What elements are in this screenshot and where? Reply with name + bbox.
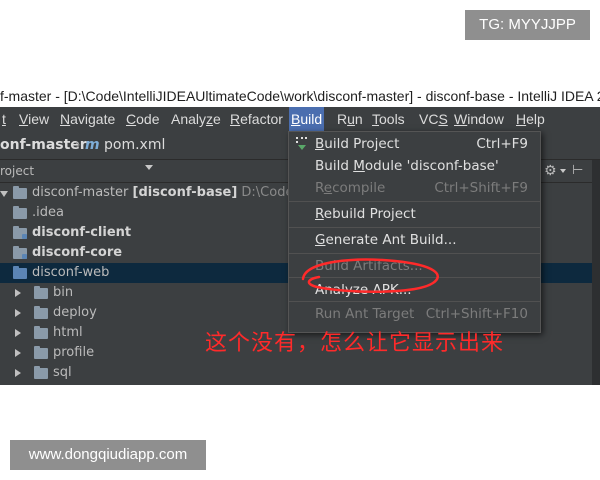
folder-icon xyxy=(13,206,27,219)
tree-root-module: [disconf-base] xyxy=(132,185,238,200)
red-annotation-text: 这个没有，怎么让它显示出来 xyxy=(205,331,505,356)
tree-item-label: sql xyxy=(53,365,72,380)
menu-item-label: Recompile xyxy=(315,180,386,196)
menu-code[interactable]: Code xyxy=(124,107,161,131)
tree-item-label: bin xyxy=(53,285,74,300)
menu-navigate[interactable]: Navigate xyxy=(58,107,117,131)
editor-gutter xyxy=(592,160,600,385)
folder-icon xyxy=(34,286,48,299)
folder-icon xyxy=(13,186,27,199)
menu-item-label: Build Module 'disconf-base' xyxy=(315,158,499,174)
ide-screenshot: f-master - [D:\Code\IntelliJIDEAUltimate… xyxy=(0,85,600,385)
menu-item-run-ant-target[interactable]: Run Ant Target Ctrl+Shift+F10 xyxy=(289,302,540,326)
tree-root-name: disconf-master xyxy=(32,185,129,200)
chevron-down-icon[interactable] xyxy=(145,165,153,170)
breadcrumb-project[interactable]: onf-master xyxy=(0,131,87,159)
menu-vcs[interactable]: VCS xyxy=(417,107,450,131)
menu-edit[interactable]: t xyxy=(0,107,8,131)
menu-help[interactable]: Help xyxy=(514,107,547,131)
menu-item-label: Run Ant Target xyxy=(315,306,415,322)
watermark-top: TG: MYYJJPP xyxy=(465,10,590,40)
chevron-right-icon[interactable] xyxy=(15,309,21,317)
folder-icon xyxy=(34,326,48,339)
menu-item-rebuild-project[interactable]: Rebuild Project xyxy=(289,202,540,226)
module-folder-icon xyxy=(13,246,27,259)
menu-item-recompile[interactable]: Recompile Ctrl+Shift+F9 xyxy=(289,176,540,200)
tree-item-label: .idea xyxy=(32,205,64,220)
window-title: f-master - [D:\Code\IntelliJIDEAUltimate… xyxy=(0,85,600,107)
chevron-down-icon[interactable] xyxy=(0,191,8,197)
module-folder-icon xyxy=(13,226,27,239)
menu-item-build-module[interactable]: Build Module 'disconf-base' xyxy=(289,154,540,178)
chevron-down-icon[interactable] xyxy=(560,169,566,173)
breadcrumb-file[interactable]: pom.xml xyxy=(104,131,165,159)
shortcut-label: Ctrl+F9 xyxy=(476,136,528,152)
menu-item-label: Build Project xyxy=(315,136,400,152)
tree-item-label: disconf-core xyxy=(32,245,123,260)
menu-item-build-project[interactable]: Build Project Ctrl+F9 xyxy=(289,132,540,156)
red-circle-annotation xyxy=(301,258,439,294)
menu-item-label: Rebuild Project xyxy=(315,206,416,222)
chevron-right-icon[interactable] xyxy=(15,289,21,297)
menu-tools[interactable]: Tools xyxy=(370,107,407,131)
shortcut-label: Ctrl+Shift+F10 xyxy=(425,306,528,322)
folder-icon xyxy=(34,346,48,359)
hide-panel-icon[interactable]: ⊢ xyxy=(572,160,583,182)
tree-item-label: profile xyxy=(53,345,95,360)
gear-icon[interactable]: ⚙ xyxy=(544,160,557,182)
tree-item-label: html xyxy=(53,325,83,340)
breadcrumb-separator: › xyxy=(75,137,81,153)
menu-analyze[interactable]: Analyze xyxy=(169,107,223,131)
menu-bar: t View Navigate Code Analyze Refactor Bu… xyxy=(0,107,600,131)
menu-view[interactable]: View xyxy=(17,107,51,131)
folder-icon xyxy=(34,306,48,319)
tree-item-label: disconf-web xyxy=(32,265,110,280)
tree-row[interactable]: sql xyxy=(0,363,592,383)
folder-icon xyxy=(13,266,27,279)
tree-item-label: disconf-client xyxy=(32,225,132,240)
build-icon xyxy=(296,137,307,150)
chevron-right-icon[interactable] xyxy=(15,329,21,337)
build-menu-dropdown: Build Project Ctrl+F9 Build Module 'disc… xyxy=(288,131,541,333)
menu-refactor[interactable]: Refactor xyxy=(228,107,285,131)
chevron-right-icon[interactable] xyxy=(15,349,21,357)
watermark-bottom: www.dongqiudiapp.com xyxy=(10,440,206,470)
project-view-selector[interactable]: roject xyxy=(0,160,34,182)
folder-icon xyxy=(34,366,48,379)
tree-item-label: deploy xyxy=(53,305,97,320)
menu-window[interactable]: Window xyxy=(452,107,506,131)
chevron-right-icon[interactable] xyxy=(15,369,21,377)
menu-run[interactable]: Run xyxy=(335,107,365,131)
maven-icon: m xyxy=(85,137,100,153)
shortcut-label: Ctrl+Shift+F9 xyxy=(434,180,528,196)
menu-build[interactable]: Build xyxy=(289,107,325,131)
